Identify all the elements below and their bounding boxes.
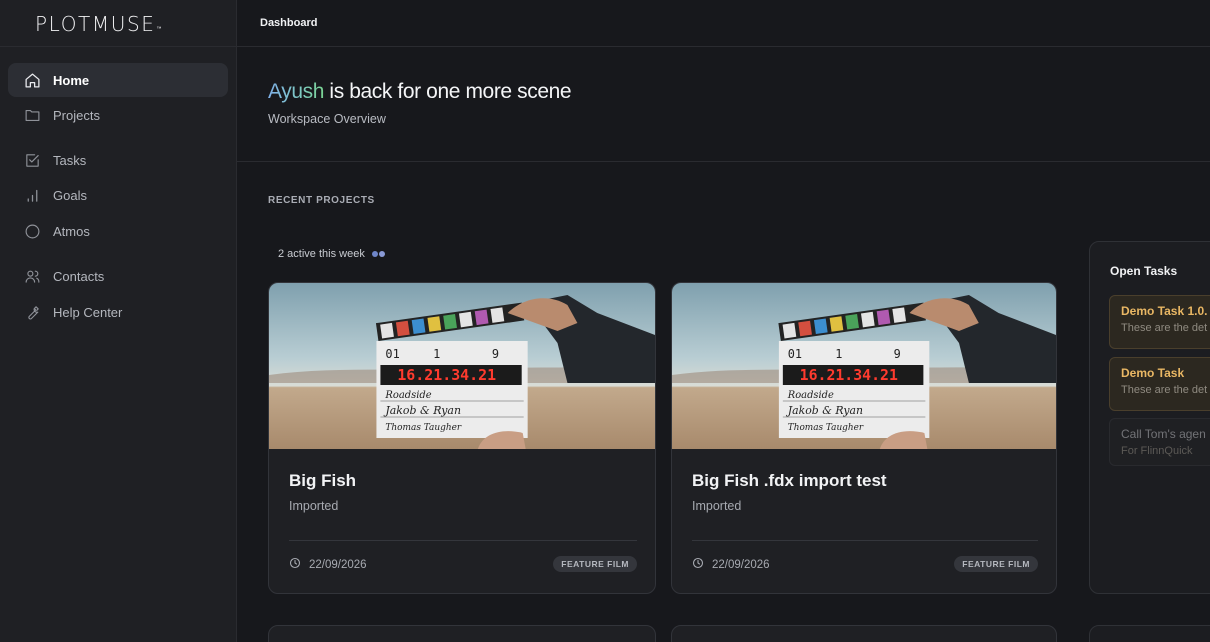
project-thumbnail: 01 1 9 16.21.34.21 Roadside Jakob & Ryan…: [269, 283, 655, 449]
recent-projects-heading: RECENT PROJECTS: [268, 195, 375, 206]
users-icon: [23, 267, 41, 285]
active-dots-indicator: [371, 251, 386, 257]
svg-text:16.21.34.21: 16.21.34.21: [397, 366, 496, 384]
open-tasks-panel: Open Tasks Demo Task 1.0. These are the …: [1089, 241, 1210, 594]
project-card[interactable]: 01 1 9 16.21.34.21 Roadside Jakob & Ryan…: [268, 282, 656, 594]
active-this-week-note: 2 active this week: [278, 248, 386, 260]
page-title: Ayush is back for one more scene: [268, 80, 572, 104]
sidebar-item-tasks[interactable]: Tasks: [8, 143, 228, 177]
project-date-text: 22/09/2026: [309, 558, 367, 571]
project-status: Imported: [289, 499, 339, 513]
sidebar-item-projects[interactable]: Projects: [8, 98, 228, 132]
open-tasks-title: Open Tasks: [1110, 264, 1178, 278]
circle-icon: [23, 222, 41, 240]
sidebar-item-label: Contacts: [53, 268, 105, 284]
user-name: Ayush: [268, 80, 324, 103]
task-card[interactable]: Demo Task These are the det: [1109, 357, 1210, 411]
page-subtitle: Workspace Overview: [268, 112, 386, 126]
task-card[interactable]: Demo Task 1.0. These are the det: [1109, 295, 1210, 349]
logo-text: PLOTMUSE: [35, 12, 156, 36]
svg-text:Jakob & Ryan: Jakob & Ryan: [383, 404, 461, 417]
sidebar-item-help-center[interactable]: Help Center: [8, 295, 228, 329]
sidebar-item-atmos[interactable]: Atmos: [8, 214, 228, 248]
card-divider: [692, 540, 1038, 541]
app-logo[interactable]: PLOTMUSE ™: [35, 12, 162, 36]
topbar: Dashboard: [237, 0, 1210, 47]
svg-text:Thomas Taugher: Thomas Taugher: [788, 423, 864, 433]
sidebar-item-contacts[interactable]: Contacts: [8, 259, 228, 293]
project-card[interactable]: 01 1 9 16.21.34.21 Roadside Jakob & Ryan…: [671, 282, 1057, 594]
svg-text:9: 9: [894, 347, 901, 361]
breadcrumb[interactable]: Dashboard: [260, 17, 317, 29]
sidebar-item-home[interactable]: Home: [8, 63, 228, 97]
task-title: Call Tom's agen: [1121, 427, 1206, 441]
svg-text:01: 01: [385, 347, 399, 361]
sidebar-item-label: Atmos: [53, 223, 90, 239]
hero-section: Ayush is back for one more scene Workspa…: [237, 47, 1210, 162]
svg-text:01: 01: [788, 347, 802, 361]
sidebar: PLOTMUSE ™ Home Projects Tasks Goals Atmo…: [0, 0, 237, 642]
folder-icon: [23, 106, 41, 124]
clock-icon: [289, 557, 309, 572]
svg-text:1: 1: [433, 347, 440, 361]
active-note-text: 2 active this week: [278, 248, 365, 260]
task-description: For FlinnQuick: [1121, 445, 1193, 457]
bar-chart-icon: [23, 186, 41, 204]
panel-partial: [1089, 625, 1210, 642]
project-title: Big Fish .fdx import test: [692, 471, 887, 490]
project-date: 22/09/2026: [289, 557, 367, 572]
project-title: Big Fish: [289, 471, 357, 490]
svg-text:Thomas Taugher: Thomas Taugher: [385, 423, 461, 433]
svg-text:1: 1: [835, 347, 842, 361]
project-date: 22/09/2026: [692, 557, 770, 572]
project-card-partial[interactable]: [671, 625, 1057, 642]
sidebar-item-label: Goals: [53, 187, 87, 203]
sidebar-item-label: Projects: [53, 107, 100, 123]
svg-text:9: 9: [492, 347, 499, 361]
svg-text:16.21.34.21: 16.21.34.21: [800, 366, 898, 384]
home-icon: [23, 71, 41, 89]
project-date-text: 22/09/2026: [712, 558, 770, 571]
project-card-partial[interactable]: [268, 625, 656, 642]
greeting-text: is back for one more scene: [324, 80, 572, 103]
project-type-badge: FEATURE FILM: [954, 556, 1038, 572]
clock-icon: [692, 557, 712, 572]
task-description: These are the det: [1121, 322, 1208, 334]
sidebar-divider: [0, 46, 237, 47]
task-title: Demo Task 1.0.: [1121, 304, 1208, 318]
wrench-icon: [23, 303, 41, 321]
checkbox-icon: [23, 151, 41, 169]
svg-text:Roadside: Roadside: [787, 390, 834, 401]
task-description: These are the det: [1121, 384, 1208, 396]
sidebar-item-label: Tasks: [53, 152, 87, 168]
svg-text:Roadside: Roadside: [384, 390, 431, 401]
task-title: Demo Task: [1121, 366, 1185, 380]
project-thumbnail: 01 1 9 16.21.34.21 Roadside Jakob & Ryan…: [672, 283, 1056, 449]
task-card[interactable]: Call Tom's agen For FlinnQuick: [1109, 418, 1210, 466]
svg-text:Jakob & Ryan: Jakob & Ryan: [786, 404, 863, 417]
sidebar-item-label: Help Center: [53, 304, 123, 320]
sidebar-item-label: Home: [53, 72, 90, 88]
card-divider: [289, 540, 637, 541]
sidebar-item-goals[interactable]: Goals: [8, 178, 228, 212]
project-type-badge: FEATURE FILM: [553, 556, 637, 572]
logo-trademark: ™: [156, 26, 162, 32]
project-status: Imported: [692, 499, 742, 513]
